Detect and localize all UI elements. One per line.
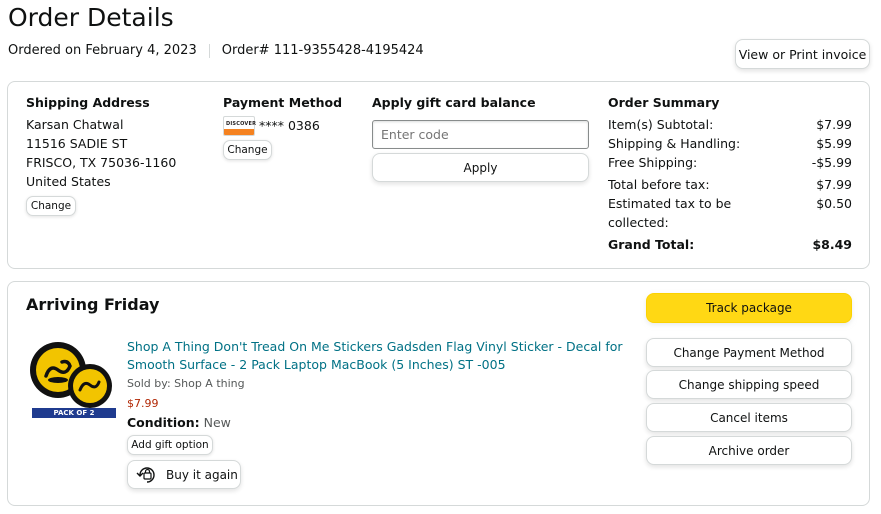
item-price: $7.99 — [127, 397, 159, 410]
summary-row-estimated-tax: Estimated tax to be $0.50 — [608, 196, 852, 211]
pack-of-2-badge: PACK OF 2 — [53, 409, 95, 417]
product-title-link[interactable]: Shop A Thing Don't Tread On Me Stickers … — [127, 338, 623, 374]
item-condition: Condition: New — [127, 415, 231, 430]
archive-order-button[interactable]: Archive order — [646, 436, 852, 465]
change-payment-button[interactable]: Change — [223, 140, 272, 160]
change-shipping-speed-button[interactable]: Change shipping speed — [646, 370, 852, 399]
shipment-card: Arriving Friday PACK OF 2 Shop A Thing D… — [7, 281, 870, 506]
order-info-card: Shipping Address Karsan Chatwal 11516 SA… — [7, 81, 870, 269]
buy-it-again-button[interactable]: Buy it again — [127, 460, 241, 489]
add-gift-option-button[interactable]: Add gift option — [127, 435, 213, 455]
shipping-street: 11516 SADIE ST — [26, 136, 128, 151]
order-number: Order# 111-9355428-4195424 — [221, 43, 424, 58]
gadsden-sticker-image — [30, 342, 116, 418]
meta-divider — [208, 43, 210, 58]
gift-card-code-input[interactable] — [372, 120, 589, 149]
summary-row-grand-total: Grand Total: $8.49 — [608, 237, 852, 252]
track-package-button[interactable]: Track package — [646, 293, 852, 323]
shipping-address-heading: Shipping Address — [26, 95, 150, 110]
change-payment-method-button[interactable]: Change Payment Method — [646, 338, 852, 367]
shipping-name: Karsan Chatwal — [26, 117, 124, 132]
apply-gift-card-button[interactable]: Apply — [372, 153, 589, 182]
payment-method-heading: Payment Method — [223, 95, 343, 110]
order-summary-table: Item(s) Subtotal: $7.99 Shipping & Handli… — [608, 115, 852, 255]
summary-row-subtotal: Item(s) Subtotal: $7.99 — [608, 117, 852, 132]
product-image[interactable]: PACK OF 2 — [28, 340, 116, 418]
buy-it-again-label: Buy it again — [166, 467, 238, 482]
buy-again-icon — [136, 466, 155, 483]
order-date: Ordered on February 4, 2023 — [8, 43, 197, 58]
summary-row-free-shipping: Free Shipping: -$5.99 — [608, 155, 852, 170]
discover-card-icon: DISCOVER — [223, 116, 256, 136]
delivery-status: Arriving Friday — [26, 295, 160, 314]
order-summary-heading: Order Summary — [608, 95, 720, 110]
summary-row-shipping: Shipping & Handling: $5.99 — [608, 136, 852, 151]
gift-card-heading: Apply gift card balance — [372, 95, 536, 110]
change-address-button[interactable]: Change — [26, 196, 76, 216]
order-meta: Ordered on February 4, 2023 Order# 111-9… — [8, 43, 424, 58]
sold-by: Sold by: Shop A thing — [127, 377, 245, 390]
summary-row-total-before-tax: Total before tax: $7.99 — [608, 177, 852, 192]
shipping-country: United States — [26, 174, 111, 189]
summary-row-estimated-tax-cont: collected: — [608, 215, 669, 230]
cancel-items-button[interactable]: Cancel items — [646, 403, 852, 432]
view-print-invoice-button[interactable]: View or Print invoice — [735, 39, 870, 69]
shipping-city: FRISCO, TX 75036-1160 — [26, 155, 177, 170]
page-title: Order Details — [8, 3, 174, 32]
card-number-masked: **** 0386 — [259, 118, 320, 133]
